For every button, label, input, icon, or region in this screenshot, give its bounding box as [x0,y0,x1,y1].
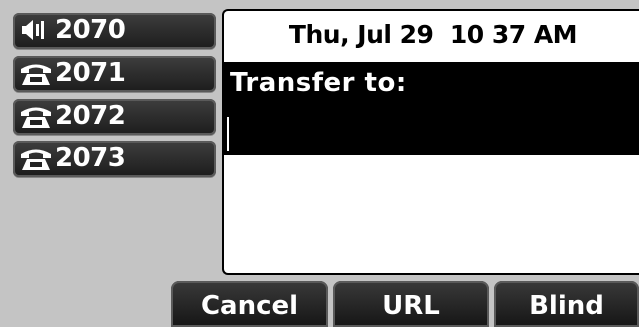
phone-screen: 2070 2071 2072 2073 Thu, Jul 29 10 37 AM… [0,0,639,327]
phone-handset-icon [19,143,55,173]
phone-handset-icon [19,101,55,131]
line-key-2072[interactable]: 2072 [13,99,216,135]
line-key-2071[interactable]: 2071 [13,56,216,92]
line-key-label: 2072 [55,100,126,131]
url-softkey[interactable]: URL [333,281,489,327]
text-cursor [227,117,229,151]
main-panel: Thu, Jul 29 10 37 AM Transfer to: [222,9,639,275]
blind-softkey[interactable]: Blind [494,281,639,327]
line-key-2070[interactable]: 2070 [13,13,216,49]
date-time: Thu, Jul 29 10 37 AM [288,20,578,49]
transfer-label: Transfer to: [230,68,407,98]
line-key-2073[interactable]: 2073 [13,141,216,177]
cancel-softkey[interactable]: Cancel [171,281,328,327]
line-key-label: 2071 [55,57,126,88]
transfer-entry[interactable]: Transfer to: [224,62,639,155]
line-key-label: 2073 [55,142,126,173]
line-key-label: 2070 [55,14,126,45]
speaker-icon [19,15,55,45]
phone-handset-icon [19,58,55,88]
